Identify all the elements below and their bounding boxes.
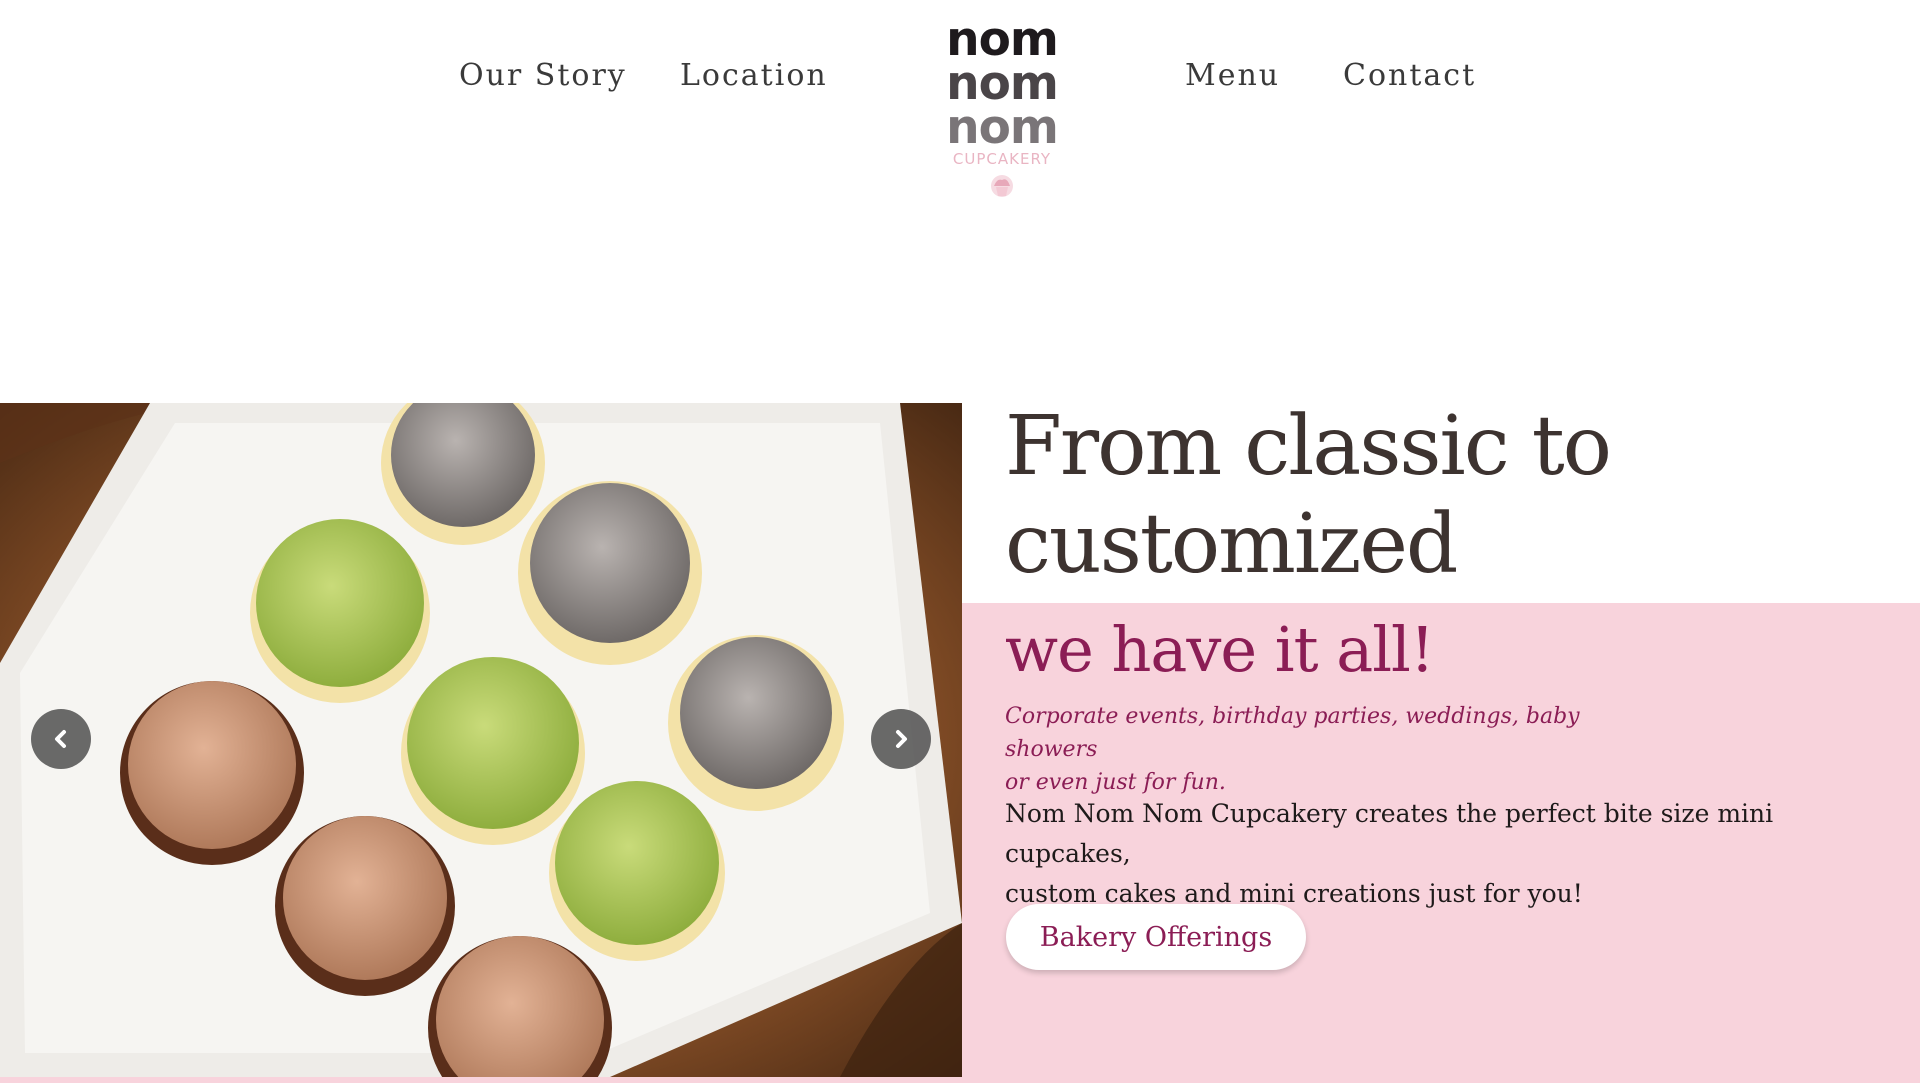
tagline-line-2: or even just for fun. <box>1005 770 1226 795</box>
hero-headline-line-2: customized <box>1005 497 1458 592</box>
cupcake-icon <box>991 175 1013 197</box>
chevron-left-icon <box>55 730 66 748</box>
hero-subhead: we have it all! <box>1005 613 1435 686</box>
bakery-offerings-button[interactable]: Bakery Offerings <box>1006 904 1306 970</box>
top-navigation: Our Story Location nom nom nom CUPCAKERY… <box>0 0 1920 300</box>
hero-headline: From classic to customized <box>1005 398 1705 594</box>
nav-link-location[interactable]: Location <box>680 58 828 93</box>
bottom-divider <box>0 1077 1920 1083</box>
brand-logo[interactable]: nom nom nom CUPCAKERY <box>942 16 1062 208</box>
logo-subtitle: CUPCAKERY <box>952 150 1052 168</box>
chevron-right-icon <box>896 730 907 748</box>
hero-description: Nom Nom Nom Cupcakery creates the perfec… <box>1005 794 1885 914</box>
nav-link-contact[interactable]: Contact <box>1343 58 1476 93</box>
nav-link-our-story[interactable]: Our Story <box>459 58 627 93</box>
cupcakes-photo <box>0 403 962 1077</box>
carousel-prev-button[interactable] <box>31 709 91 769</box>
hero-headline-line-1: From classic to <box>1005 399 1612 494</box>
hero-tagline: Corporate events, birthday parties, wedd… <box>1005 700 1625 799</box>
nav-link-menu[interactable]: Menu <box>1185 58 1280 93</box>
description-line-1: Nom Nom Nom Cupcakery creates the perfec… <box>1005 799 1774 868</box>
logo-word-3: nom <box>946 100 1059 155</box>
carousel-next-button[interactable] <box>871 709 931 769</box>
tagline-line-1: Corporate events, birthday parties, wedd… <box>1005 704 1580 762</box>
hero-carousel-image <box>0 403 962 1077</box>
